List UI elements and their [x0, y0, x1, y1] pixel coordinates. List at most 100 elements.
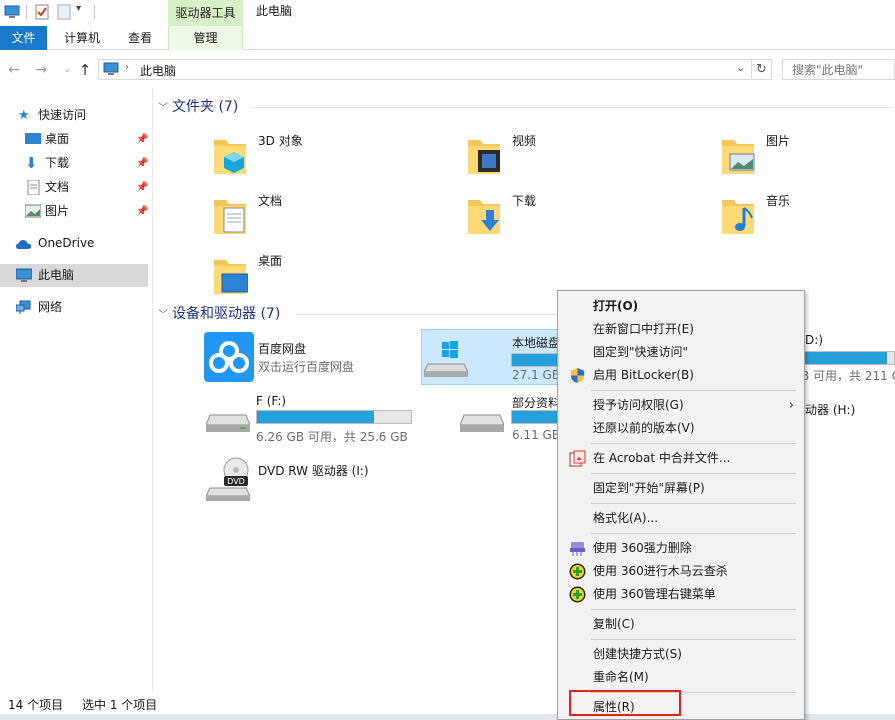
back-arrow-icon[interactable]: ← — [5, 61, 23, 79]
videos-folder-icon — [468, 140, 500, 174]
nav-documents[interactable]: 文档 📌 — [0, 176, 148, 199]
tab-file[interactable]: 文件 — [0, 26, 47, 50]
address-dropdown-icon[interactable]: ⌄ — [736, 61, 745, 74]
download-arrow-icon: ⬇ — [25, 154, 38, 172]
pin-icon[interactable]: 📌 — [136, 200, 148, 223]
nav-desktop[interactable]: 桌面 📌 — [0, 128, 148, 151]
folder-videos[interactable]: 视频 — [466, 130, 706, 186]
nav-label: 桌面 — [45, 132, 70, 146]
drive-name: F (F:) — [256, 394, 287, 408]
ribbon-tabs: 文件 计算机 查看 — [0, 26, 895, 50]
pin-icon[interactable]: 📌 — [136, 152, 148, 175]
star-icon: ★ — [18, 108, 30, 123]
drive-usage-bar — [805, 351, 895, 365]
menu-item-open-new-window[interactable]: 在新窗口中打开(E) — [560, 318, 802, 341]
pin-icon[interactable]: 📌 — [136, 176, 148, 199]
nav-label: OneDrive — [38, 236, 95, 250]
music-folder-icon — [722, 200, 754, 234]
address-bar[interactable]: › 此电脑 ⌄ — [98, 59, 752, 80]
forward-arrow-icon[interactable]: → — [32, 61, 50, 79]
drive-info: 6.26 GB 可用，共 25.6 GB — [256, 430, 408, 444]
menu-separator — [591, 503, 796, 504]
nav-this-pc[interactable]: 此电脑 — [0, 264, 148, 287]
menu-label: 格式化(A)... — [593, 511, 659, 525]
menu-item-create-shortcut[interactable]: 创建快捷方式(S) — [560, 643, 802, 666]
menu-label: 还原以前的版本(V) — [593, 421, 695, 435]
qat-dropdown-icon[interactable]: ▾ — [76, 3, 81, 14]
drive-f[interactable]: F (F:) 6.26 GB 可用，共 25.6 GB — [204, 390, 419, 446]
downloads-folder-icon — [468, 200, 500, 234]
menu-item-grant-access[interactable]: 授予访问权限(G) › — [560, 394, 802, 417]
group-header-devices[interactable]: ﹀ 设备和驱动器 (7) — [158, 304, 280, 324]
menu-separator — [591, 473, 796, 474]
chevron-down-icon: ﹀ — [158, 310, 168, 321]
folder-pictures[interactable]: 图片 — [720, 130, 895, 186]
drive-partial-data[interactable]: 部分资料 6.11 GB — [458, 390, 561, 446]
menu-item-rename[interactable]: 重命名(M) — [560, 666, 802, 689]
drive-usage-fill — [512, 411, 558, 423]
document-icon — [27, 180, 40, 195]
folder-3d-objects[interactable]: 3D 对象 — [212, 130, 452, 186]
folder-downloads[interactable]: 下载 — [466, 190, 706, 246]
folder-desktop[interactable]: 桌面 — [212, 250, 452, 306]
windows-drive-icon — [424, 341, 468, 377]
menu-label: 在 Acrobat 中合并文件... — [593, 451, 731, 465]
folder-label: 图片 — [766, 134, 791, 148]
nav-label: 文档 — [45, 180, 70, 194]
picture-icon — [25, 204, 41, 218]
menu-item-restore-previous[interactable]: 还原以前的版本(V) — [560, 417, 802, 440]
menu-separator — [591, 609, 796, 610]
tab-manage[interactable]: 管理 — [168, 26, 243, 50]
drive-usage-bar — [511, 353, 561, 367]
folder-label: 下载 — [512, 194, 537, 208]
breadcrumb[interactable]: 此电脑 — [140, 62, 176, 79]
group-title: 文件夹 (7) — [172, 99, 239, 115]
menu-item-acrobat-merge[interactable]: 在 Acrobat 中合并文件... — [560, 447, 802, 470]
drive-usage-bar — [511, 410, 558, 424]
menu-item-360-force-delete[interactable]: 使用 360强力删除 — [560, 537, 802, 560]
group-header-folders[interactable]: ﹀ 文件夹 (7) — [158, 97, 238, 117]
folder-documents[interactable]: 文档 — [212, 190, 452, 246]
pane-divider[interactable] — [152, 88, 153, 692]
menu-item-open[interactable]: 打开(O) — [560, 295, 802, 318]
menu-item-360-trojan-scan[interactable]: 使用 360进行木马云查杀 — [560, 560, 802, 583]
new-folder-icon[interactable] — [56, 4, 72, 20]
tab-view[interactable]: 查看 — [114, 26, 166, 50]
recent-chevron-icon[interactable]: ⌄ — [58, 61, 76, 79]
search-input[interactable] — [782, 59, 895, 80]
drive-name: DVD RW 驱动器 (I:) — [258, 464, 369, 478]
nav-pictures[interactable]: 图片 📌 — [0, 200, 148, 223]
pin-icon[interactable]: 📌 — [136, 128, 148, 151]
menu-label: 使用 360强力删除 — [593, 541, 692, 555]
drive-baidu-netdisk[interactable]: 百度网盘 双击运行百度网盘 — [204, 330, 419, 386]
menu-label: 在新窗口中打开(E) — [593, 322, 694, 336]
drive-name: 百度网盘 — [258, 342, 307, 356]
desktop-folder-icon — [214, 260, 248, 294]
properties-check-icon[interactable] — [34, 4, 50, 20]
nav-network[interactable]: 网络 — [0, 296, 148, 319]
menu-item-pin-quick-access[interactable]: 固定到"快速访问" — [560, 341, 802, 364]
refresh-icon[interactable]: ↻ — [752, 59, 772, 80]
menu-separator — [591, 533, 796, 534]
drive-d[interactable]: :D:) B 可用，共 211 G — [801, 329, 895, 385]
up-arrow-icon[interactable]: ↑ — [76, 61, 94, 79]
drive-h[interactable]: 动器 (H:) — [805, 401, 855, 418]
tab-computer[interactable]: 计算机 — [54, 26, 110, 50]
menu-item-format[interactable]: 格式化(A)... — [560, 507, 802, 530]
menu-item-copy[interactable]: 复制(C) — [560, 613, 802, 636]
nav-onedrive[interactable]: OneDrive — [0, 232, 148, 255]
menu-label: 使用 360管理右键菜单 — [593, 587, 716, 601]
dvd-drive-icon: DVD — [206, 457, 250, 501]
drive-name: 部分资料 — [512, 396, 561, 410]
folder-label: 文档 — [258, 194, 283, 208]
folder-music[interactable]: 音乐 — [720, 190, 895, 246]
menu-item-360-manage-menu[interactable]: 使用 360管理右键菜单 — [560, 583, 802, 606]
nav-quick-access[interactable]: ★ 快速访问 — [0, 104, 148, 127]
drive-dvd-rw[interactable]: DVD DVD RW 驱动器 (I:) — [204, 452, 419, 508]
drive-local-disk-c[interactable]: 本地磁盘 27.1 GB — [421, 329, 561, 385]
menu-item-pin-start[interactable]: 固定到"开始"屏幕(P) — [560, 477, 802, 500]
nav-label: 网络 — [38, 300, 63, 314]
nav-downloads[interactable]: ⬇ 下载 📌 — [0, 152, 148, 175]
menu-item-bitlocker[interactable]: 启用 BitLocker(B) — [560, 364, 802, 387]
computer-icon — [103, 62, 119, 75]
